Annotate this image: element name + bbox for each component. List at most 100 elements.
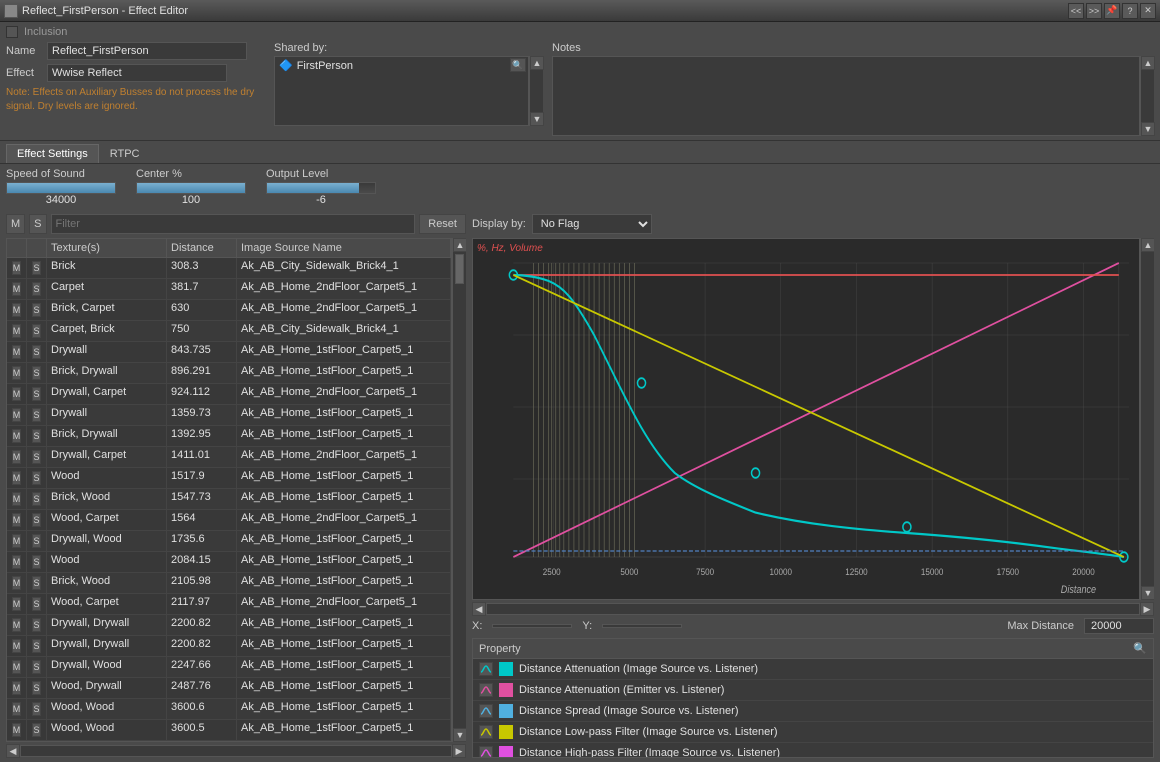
graph-h-left[interactable]: ◀ (472, 602, 486, 616)
table-row[interactable]: M S Carpet, Brick 750 Ak_AB_City_Sidewal… (7, 321, 451, 342)
table-row[interactable]: M S Wood, Carpet 1564 Ak_AB_Home_2ndFloo… (7, 510, 451, 531)
h-scroll-right[interactable]: ▶ (452, 744, 466, 758)
table-scroll-up[interactable]: ▲ (453, 238, 466, 252)
table-row[interactable]: M S Drywall, Carpet 924.112 Ak_AB_Home_2… (7, 384, 451, 405)
s-button[interactable]: S (32, 492, 41, 506)
tab-rtpc[interactable]: RTPC (99, 144, 151, 163)
filter-input[interactable] (51, 214, 416, 234)
m-button[interactable]: M (12, 555, 22, 569)
table-row[interactable]: M S Drywall, Drywall 2200.82 Ak_AB_Home_… (7, 615, 451, 636)
s-button[interactable]: S (32, 597, 41, 611)
center-percent-slider[interactable] (136, 182, 246, 194)
table-row[interactable]: M S Carpet 381.7 Ak_AB_Home_2ndFloor_Car… (7, 279, 451, 300)
table-row[interactable]: M S Drywall, Wood 1735.6 Ak_AB_Home_1stF… (7, 531, 451, 552)
table-scroll-thumb[interactable] (455, 254, 464, 284)
table-row[interactable]: M S Wood, Drywall 2487.76 Ak_AB_Home_1st… (7, 678, 451, 699)
m-button[interactable]: M (12, 471, 22, 485)
s-button[interactable]: S (32, 513, 41, 527)
m-button[interactable]: M (12, 324, 22, 338)
table-row[interactable]: M S Wood, Wood 3600.6 Ak_AB_Home_1stFloo… (7, 699, 451, 720)
table-row[interactable]: M S Drywall, Wood 2247.66 Ak_AB_Home_1st… (7, 657, 451, 678)
notes-textarea[interactable] (552, 56, 1140, 136)
m-button[interactable]: M (12, 303, 22, 317)
s-button[interactable]: S (32, 471, 41, 485)
s-filter-button[interactable]: S (29, 214, 46, 234)
property-row[interactable]: Distance Attenuation (Emitter vs. Listen… (473, 680, 1153, 701)
m-button[interactable]: M (12, 408, 22, 422)
s-button[interactable]: S (32, 534, 41, 548)
s-button[interactable]: S (32, 366, 41, 380)
s-button[interactable]: S (32, 429, 41, 443)
m-button[interactable]: M (12, 282, 22, 296)
reset-button[interactable]: Reset (419, 214, 466, 234)
effect-input[interactable] (47, 64, 227, 82)
m-button[interactable]: M (12, 660, 22, 674)
table-row[interactable]: M S Wood 1517.9 Ak_AB_Home_1stFloor_Carp… (7, 468, 451, 489)
m-button[interactable]: M (12, 618, 22, 632)
speed-of-sound-slider[interactable] (6, 182, 116, 194)
nav-fwd-btn[interactable]: >> (1086, 3, 1102, 19)
property-row[interactable]: Distance Low-pass Filter (Image Source v… (473, 722, 1153, 743)
display-by-select[interactable]: No Flag Texture Distance (532, 214, 652, 234)
s-button[interactable]: S (32, 639, 41, 653)
table-row[interactable]: M S Brick, Drywall 896.291 Ak_AB_Home_1s… (7, 363, 451, 384)
s-button[interactable]: S (32, 303, 41, 317)
s-button[interactable]: S (32, 324, 41, 338)
m-button[interactable]: M (12, 597, 22, 611)
s-button[interactable]: S (32, 450, 41, 464)
table-row[interactable]: M S Wood, Wood 3600.5 Ak_AB_Home_1stFloo… (7, 720, 451, 741)
s-button[interactable]: S (32, 681, 41, 695)
table-row[interactable]: M S Drywall, Carpet 1411.01 Ak_AB_Home_2… (7, 447, 451, 468)
m-button[interactable]: M (12, 429, 22, 443)
name-input[interactable] (47, 42, 247, 60)
scroll-up[interactable]: ▲ (530, 56, 544, 70)
table-row[interactable]: M S Brick, Wood 2105.98 Ak_AB_Home_1stFl… (7, 573, 451, 594)
s-button[interactable]: S (32, 618, 41, 632)
inclusion-checkbox[interactable] (6, 26, 18, 38)
s-button[interactable]: S (32, 282, 41, 296)
close-btn[interactable]: ✕ (1140, 3, 1156, 19)
shared-search-btn[interactable]: 🔍 (510, 58, 526, 72)
m-button[interactable]: M (12, 261, 22, 275)
m-button[interactable]: M (12, 492, 22, 506)
m-button[interactable]: M (12, 366, 22, 380)
m-button[interactable]: M (12, 387, 22, 401)
pin-btn[interactable]: 📌 (1104, 3, 1120, 19)
s-button[interactable]: S (32, 555, 41, 569)
m-button[interactable]: M (12, 723, 22, 737)
graph-scroll-down[interactable]: ▼ (1141, 586, 1154, 600)
tab-effect-settings[interactable]: Effect Settings (6, 144, 99, 163)
s-button[interactable]: S (32, 345, 41, 359)
m-button[interactable]: M (12, 345, 22, 359)
property-row[interactable]: Distance Spread (Image Source vs. Listen… (473, 701, 1153, 722)
m-filter-button[interactable]: M (6, 214, 25, 234)
table-scroll-down[interactable]: ▼ (453, 728, 466, 742)
s-button[interactable]: S (32, 702, 41, 716)
table-row[interactable]: M S Drywall 1359.73 Ak_AB_Home_1stFloor_… (7, 405, 451, 426)
table-row[interactable]: M S Brick, Carpet 630 Ak_AB_Home_2ndFloo… (7, 300, 451, 321)
s-button[interactable]: S (32, 576, 41, 590)
s-button[interactable]: S (32, 408, 41, 422)
help-btn[interactable]: ? (1122, 3, 1138, 19)
s-button[interactable]: S (32, 261, 41, 275)
table-row[interactable]: M S Drywall 843.735 Ak_AB_Home_1stFloor_… (7, 342, 451, 363)
table-row[interactable]: M S Wood, Carpet 2117.97 Ak_AB_Home_2ndF… (7, 594, 451, 615)
notes-scroll-down[interactable]: ▼ (1141, 122, 1155, 136)
graph-h-right[interactable]: ▶ (1140, 602, 1154, 616)
table-row[interactable]: M S Brick, Wood 1547.73 Ak_AB_Home_1stFl… (7, 489, 451, 510)
h-scroll-track[interactable] (20, 745, 452, 757)
graph-h-track[interactable] (486, 603, 1140, 615)
m-button[interactable]: M (12, 450, 22, 464)
graph-scroll-up[interactable]: ▲ (1141, 238, 1154, 252)
m-button[interactable]: M (12, 576, 22, 590)
m-button[interactable]: M (12, 513, 22, 527)
m-button[interactable]: M (12, 702, 22, 716)
s-button[interactable]: S (32, 387, 41, 401)
property-row[interactable]: Distance High-pass Filter (Image Source … (473, 743, 1153, 758)
nav-back-btn[interactable]: << (1068, 3, 1084, 19)
search-icon[interactable]: 🔍 (1133, 642, 1147, 655)
table-row[interactable]: M S Wood 2084.15 Ak_AB_Home_1stFloor_Car… (7, 552, 451, 573)
m-button[interactable]: M (12, 639, 22, 653)
m-button[interactable]: M (12, 534, 22, 548)
table-row[interactable]: M S Brick, Drywall 1392.95 Ak_AB_Home_1s… (7, 426, 451, 447)
